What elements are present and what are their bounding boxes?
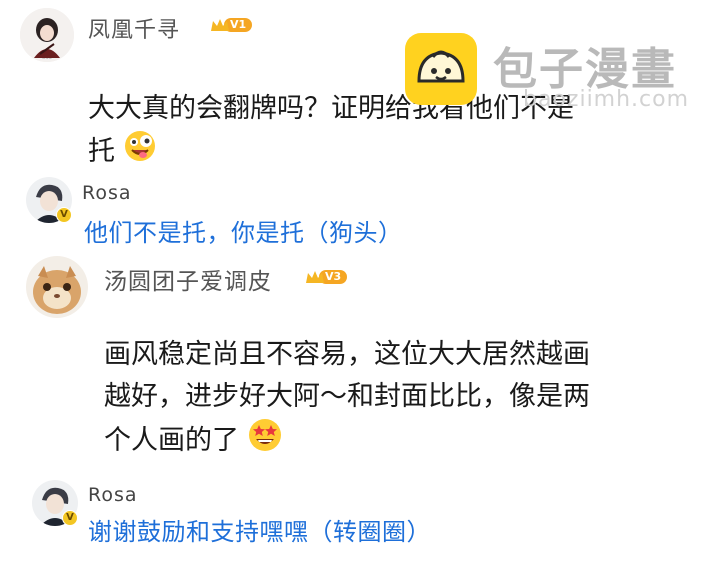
reply-username[interactable]: Rosa: [88, 484, 138, 506]
verified-v-icon: V: [62, 510, 78, 526]
comment-text: 画风稳定尚且不容易，这位大大居然越画 越好，进步好大阿～和封面比比，像是两 个人…: [104, 334, 704, 465]
reply-text[interactable]: 他们不是托，你是托（狗头）: [84, 213, 403, 248]
star-struck-emoji: [248, 418, 282, 465]
avatar[interactable]: [26, 256, 88, 318]
crown-icon: [305, 269, 324, 285]
comment-username[interactable]: 汤圆团子爱调皮: [104, 262, 272, 296]
comment-username[interactable]: 凤凰千寻: [88, 12, 180, 44]
zany-face-emoji: [124, 130, 156, 175]
watermark: 包子漫畫 baoziimh.com: [405, 33, 705, 113]
comment-line-with-emoji: 托: [88, 130, 688, 175]
comment-line: 画风稳定尚且不容易，这位大大居然越画: [104, 339, 590, 370]
bun-logo-icon: [405, 33, 477, 105]
level-badge: V3: [305, 268, 348, 286]
verified-v-icon: V: [56, 207, 72, 223]
level-badge: V1: [210, 16, 253, 34]
avatar[interactable]: ~~~: [20, 8, 74, 62]
comment-line: 个人画的了: [104, 425, 239, 456]
comment-line: 托: [88, 136, 115, 167]
comment-line-with-emoji: 个人画的了: [104, 418, 704, 465]
comment-line: 越好，进步好大阿～和封面比比，像是两: [104, 381, 590, 412]
svg-text:~~~: ~~~: [42, 56, 52, 61]
crown-icon: [210, 17, 229, 33]
reply-text[interactable]: 谢谢鼓励和支持嘿嘿（转圈圈）: [88, 512, 431, 547]
watermark-url: baoziimh.com: [523, 87, 690, 112]
reply-username[interactable]: Rosa: [82, 182, 132, 204]
